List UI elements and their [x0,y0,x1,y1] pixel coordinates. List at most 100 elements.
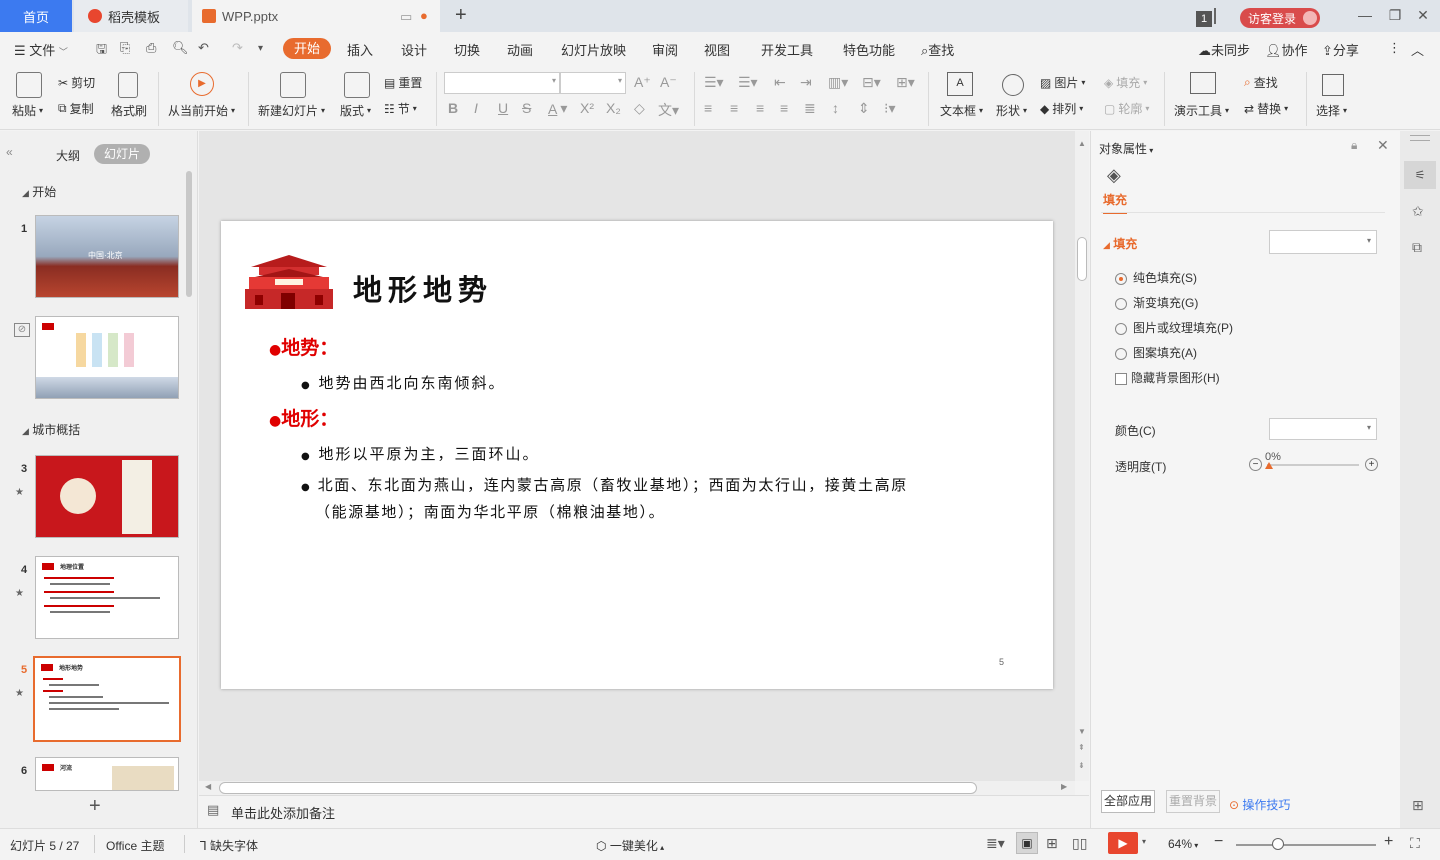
transition-icon[interactable]: ⧉ [1412,239,1422,256]
slides-tab[interactable]: 幻灯片 [94,144,150,164]
slide-thumbnail-3[interactable] [35,455,179,538]
slide-thumbnail-2[interactable] [35,316,179,399]
fill-button[interactable]: ◈ 填充 ▾ [1104,74,1147,91]
bullet-list-icon[interactable]: ☰▾ [704,74,724,91]
fill-option-gradient[interactable]: 渐变填充(G) [1115,294,1198,311]
new-slide-button[interactable]: 新建幻灯片 ▾ [258,102,325,119]
notes-toggle-icon[interactable]: ≣▾ [986,835,1005,852]
select-button[interactable]: 选择 ▾ [1316,102,1347,119]
superscript-icon[interactable]: X² [580,100,594,116]
close-window-button[interactable]: ✕ [1414,6,1432,24]
bold-icon[interactable]: B [448,100,458,116]
play-slideshow-button[interactable]: ▶ [1108,832,1138,854]
share-button[interactable]: ⇪分享 [1322,40,1359,59]
bullet-heading-landform[interactable]: ●地形： [269,404,338,431]
tab-template[interactable]: 稻壳模板 [74,0,188,32]
replace-button[interactable]: ⇄ 替换 ▾ [1244,100,1288,117]
more-options-icon[interactable]: ⋮ [1388,40,1401,56]
menu-tab-design[interactable]: 设计 [401,40,427,59]
scroll-right-arrow-icon[interactable]: ▶ [1061,782,1067,791]
layout-button[interactable]: 版式 ▾ [340,102,371,119]
save-icon[interactable]: 🖫 [96,40,107,62]
bullet-item-1[interactable]: ● 地势由西北向东南倾斜。 [301,372,506,393]
justify-icon[interactable]: ≡ [780,100,788,116]
outline-button[interactable]: ▢ 轮廓 ▾ [1104,100,1149,117]
quick-access-more-icon[interactable]: ▾ [258,43,263,54]
menu-tab-transitions[interactable]: 切换 [454,40,480,59]
horizontal-scrollbar[interactable]: ◀ ▶ [199,781,1075,795]
menu-tab-view[interactable]: 视图 [704,40,730,59]
slideshow-options-icon[interactable]: ▾ [1142,837,1146,846]
paste-button[interactable]: 粘贴 ▾ [12,102,43,119]
reading-view-icon[interactable]: ▯▯ [1072,835,1087,852]
sync-status[interactable]: ☁未同步 [1198,40,1250,59]
decrease-indent-icon[interactable]: ⇤ [774,74,786,91]
menu-tab-start[interactable]: 开始 [283,38,331,59]
menu-tab-developer[interactable]: 开发工具 [761,40,813,59]
vertical-scrollbar[interactable]: ▲ ▼ ⇞ ⇟ [1075,131,1089,781]
text-direction-icon[interactable]: ⊟▾ [862,74,881,91]
align-right-icon[interactable]: ≡ [756,100,764,116]
slide-thumbnail-6[interactable]: 河流 [35,757,179,791]
next-slide-icon[interactable]: ⇟ [1078,761,1085,770]
bullet-item-2[interactable]: ● 地形以平原为主，三面环山。 [301,443,540,464]
transparency-slider-track[interactable] [1267,464,1359,466]
textbox-button[interactable]: 文本框 ▾ [940,102,983,119]
tips-link[interactable]: ⊙ 操作技巧 [1229,796,1290,813]
redo-icon[interactable]: ↷ [232,40,243,56]
slide-editor[interactable]: 地形地势 ●地势： ● 地势由西北向东南倾斜。 ●地形： ● 地形以平原为主，三… [221,221,1053,689]
strikethrough-icon[interactable]: S [522,100,531,116]
find-button[interactable]: ⌕ 查找 [1244,74,1278,91]
distribute-icon[interactable]: ≣ [804,100,816,117]
login-button[interactable]: 访客登录 [1240,8,1320,28]
tiananmen-image[interactable] [245,253,333,311]
properties-icon[interactable]: ⚟ [1404,161,1436,189]
h-scroll-thumb[interactable] [219,782,977,794]
picture-button[interactable]: ▨ 图片 ▾ [1040,74,1085,91]
slide-title[interactable]: 地形地势 [353,267,493,309]
transparency-decrease-icon[interactable]: − [1249,458,1262,471]
transparency-increase-icon[interactable]: + [1365,458,1378,471]
tab-fill[interactable]: 填充 [1103,191,1128,214]
grow-font-icon[interactable]: A⁺ [634,74,651,91]
search-menu[interactable]: ⌕查找 [921,40,954,59]
slide-thumbnail-5-selected[interactable]: 地形地势 [33,656,181,742]
align-text-icon[interactable]: ⊞▾ [896,74,915,91]
menu-tab-slideshow[interactable]: 幻灯片放映 [561,40,626,59]
fill-option-solid[interactable]: 纯色填充(S) [1115,269,1197,286]
animation-pin-icon[interactable]: ✩ [1412,203,1424,220]
sorter-view-icon[interactable]: ⊞ [1046,835,1058,852]
bullet-item-3[interactable]: ● 北面、东北面为燕山，连内蒙古高原（畜牧业基地）；西面为太行山，接黄土高原 （… [301,473,1021,525]
apply-all-button[interactable]: 全部应用 [1101,790,1155,813]
italic-icon[interactable]: I [474,100,478,116]
minimize-button[interactable]: — [1356,6,1374,24]
zoom-slider-handle[interactable] [1272,838,1284,850]
file-menu[interactable]: ☰ 文件 ﹀ [14,40,68,59]
fill-option-picture[interactable]: 图片或纹理填充(P) [1115,319,1233,336]
fill-option-pattern[interactable]: 图案填充(A) [1115,344,1197,361]
shrink-font-icon[interactable]: A⁻ [660,74,677,91]
restore-button[interactable]: ❐ [1386,6,1404,24]
collab-button[interactable]: 👤︎协作 [1265,40,1308,59]
scroll-down-arrow-icon[interactable]: ▼ [1078,727,1086,736]
beautify-button[interactable]: ⬡ 一键美化 ▴ [596,837,664,854]
underline-icon[interactable]: U [498,100,508,116]
grid-apps-icon[interactable]: ⊞ [1412,797,1424,814]
scroll-thumb[interactable] [1077,237,1087,281]
format-painter-button[interactable]: 格式刷 [111,102,147,119]
add-slide-button[interactable]: + [89,795,101,818]
undo-icon[interactable]: ↶ [198,40,209,56]
theme-name[interactable]: Office 主题 [106,837,164,854]
panel-scrollbar[interactable] [186,171,192,297]
outline-tab[interactable]: 大纲 [56,147,80,164]
font-name-dropdown[interactable]: ▾ [444,72,560,94]
slide-thumbnail-1[interactable]: 中国·北京 [35,215,179,298]
increase-indent-icon[interactable]: ⇥ [800,74,812,91]
sidebar-toggle-icon[interactable] [1214,8,1217,24]
paragraph-spacing-icon[interactable]: ⇕ [858,100,870,117]
arrange-button[interactable]: ◆ 排列 ▾ [1040,100,1083,117]
paragraph-settings-icon[interactable]: ⁝▾ [884,100,895,117]
zoom-out-icon[interactable]: − [1214,833,1223,851]
menu-tab-insert[interactable]: 插入 [347,40,373,59]
window-count-badge[interactable]: 1 [1196,11,1212,27]
